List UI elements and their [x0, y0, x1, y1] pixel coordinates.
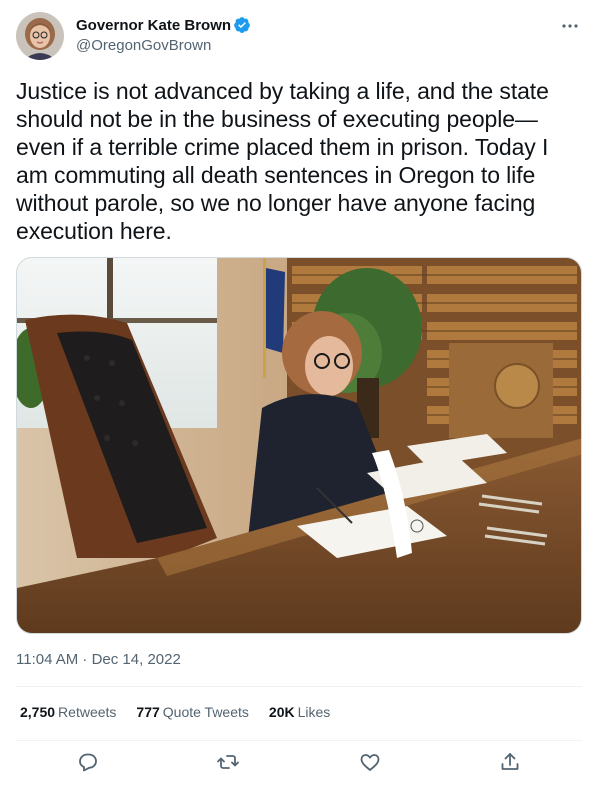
tweet-timestamp[interactable]: 11:04 AM · Dec 14, 2022	[16, 651, 181, 668]
handle[interactable]: @OregonGovBrown	[76, 37, 211, 54]
quote-tweets-stat[interactable]: 777 Quote Tweets	[136, 704, 249, 720]
quote-tweets-label: Quote Tweets	[162, 704, 249, 720]
quote-tweets-count: 777	[136, 704, 160, 720]
name-row: Governor Kate Brown	[76, 15, 251, 35]
tweet-header: Governor Kate Brown @OregonGovBrown	[16, 12, 582, 60]
retweet-icon[interactable]	[216, 750, 240, 774]
tweet-detail: Governor Kate Brown @OregonGovBrown Just…	[0, 0, 598, 788]
tweet-actions	[16, 740, 582, 786]
tweet-photo[interactable]	[16, 257, 582, 634]
display-name[interactable]: Governor Kate Brown	[76, 17, 231, 34]
retweets-stat[interactable]: 2,750 Retweets	[20, 704, 116, 720]
more-options-icon[interactable]	[558, 16, 582, 36]
likes-stat[interactable]: 20K Likes	[269, 704, 330, 720]
like-icon[interactable]	[358, 750, 382, 774]
share-icon[interactable]	[498, 750, 522, 774]
tweet-text: Justice is not advanced by taking a life…	[16, 78, 549, 244]
reply-icon[interactable]	[76, 750, 100, 774]
likes-label: Likes	[297, 704, 331, 720]
tweet-stats: 2,750 Retweets 777 Quote Tweets 20K Likes	[20, 704, 350, 720]
retweets-count: 2,750	[20, 704, 56, 720]
avatar[interactable]	[16, 12, 64, 60]
verified-badge-icon	[233, 16, 251, 34]
retweets-label: Retweets	[58, 704, 117, 720]
divider-top	[16, 686, 582, 687]
likes-count: 20K	[268, 704, 295, 720]
